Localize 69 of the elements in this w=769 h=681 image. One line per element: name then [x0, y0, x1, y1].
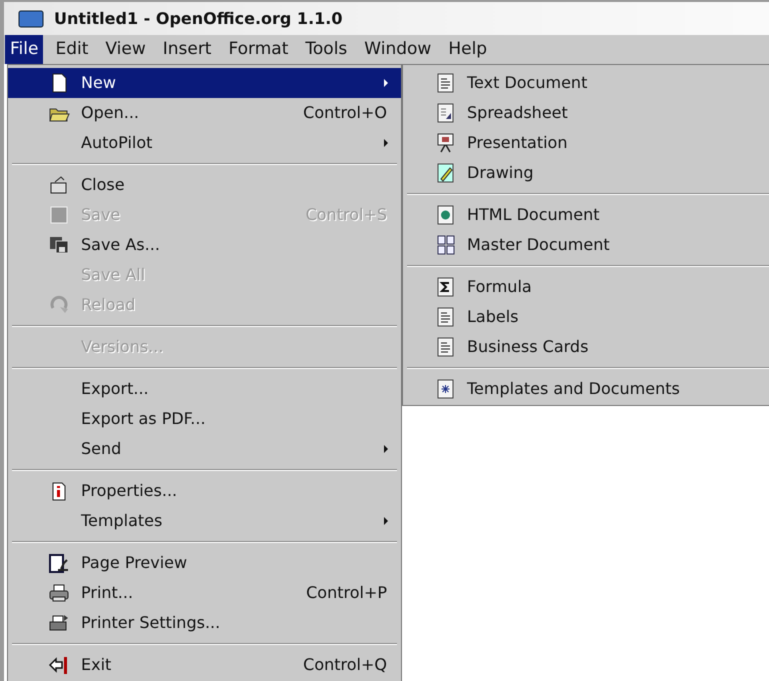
menu-item[interactable]: Open... Control+O — [8, 98, 401, 128]
menu-bar-item[interactable]: Window — [359, 35, 436, 64]
menu-bar-item[interactable]: Format — [223, 35, 294, 64]
menu-item[interactable]: AutoPilot — [8, 128, 401, 158]
menu-item[interactable]: New — [8, 68, 401, 98]
menu-item-label: Spreadsheet — [467, 102, 568, 124]
menu-item[interactable]: HTML Document — [403, 200, 769, 230]
menu-item-label: Business Cards — [467, 336, 588, 358]
menu-item[interactable]: Print... Control+P — [8, 578, 401, 608]
menu-item-label: Export as PDF... — [81, 408, 206, 430]
menu-item-label: Page Preview — [81, 552, 188, 574]
menu-item[interactable]: Spreadsheet — [403, 98, 769, 128]
menu-item[interactable]: Templates and Documents — [403, 374, 769, 404]
menu-bar-item[interactable]: Help — [443, 35, 492, 64]
menu-item[interactable]: Master Document — [403, 230, 769, 260]
master-document-icon — [435, 234, 457, 256]
menu-item-label: Send — [81, 438, 122, 460]
submenu-arrow-icon — [383, 139, 389, 147]
menu-item[interactable]: Drawing — [403, 158, 769, 188]
menu-bar-item[interactable]: Edit — [50, 35, 94, 64]
menu-bar-item[interactable]: Tools — [300, 35, 352, 64]
menu-item-label: Templates — [81, 510, 162, 532]
menu-item[interactable]: Exit Control+Q — [8, 650, 401, 680]
menu-item-label: Labels — [467, 306, 518, 328]
menu-item-label: Formula — [467, 276, 532, 298]
shortcut-label: Control+O — [303, 102, 387, 124]
menu-bar-item[interactable]: View — [100, 35, 151, 64]
shortcut-label: Control+P — [306, 582, 387, 604]
menu-bar-item[interactable]: File — [5, 35, 44, 64]
shortcut-label: Control+Q — [303, 654, 387, 676]
submenu-arrow-icon — [383, 79, 389, 87]
menu-item-label: AutoPilot — [81, 132, 152, 154]
printer-icon — [48, 582, 70, 604]
menu-item[interactable]: Templates — [8, 506, 401, 536]
menu-item[interactable]: Properties... — [8, 476, 401, 506]
exit-icon — [48, 654, 70, 676]
menu-item-label: New — [81, 72, 116, 94]
menu-item-label: Presentation — [467, 132, 568, 154]
menu-item-label: Close — [81, 174, 125, 196]
menu-item[interactable]: Printer Settings... — [8, 608, 401, 638]
menu-item-label: Print... — [81, 582, 134, 604]
page-preview-icon — [48, 552, 70, 574]
menu-item-label: Master Document — [467, 234, 610, 256]
menu-item[interactable]: Export... — [8, 374, 401, 404]
menu-item[interactable]: Text Document — [403, 68, 769, 98]
menu-item-label: Properties... — [81, 480, 178, 502]
submenu-arrow-icon — [383, 517, 389, 525]
menu-item[interactable]: Save As... — [8, 230, 401, 260]
menu-item-label: Save As... — [81, 234, 160, 256]
menu-item-label: Export... — [81, 378, 149, 400]
menu-item-label: Open... — [81, 102, 139, 124]
menu-item[interactable]: Business Cards — [403, 332, 769, 362]
menu-item[interactable]: Export as PDF... — [8, 404, 401, 434]
menu-item[interactable]: Formula — [403, 272, 769, 302]
menu-item[interactable]: Page Preview — [8, 548, 401, 578]
menu-item-label: Exit — [81, 654, 112, 676]
menu-item-label: Drawing — [467, 162, 534, 184]
menu-item[interactable]: Close — [8, 170, 401, 200]
menu-item[interactable]: Labels — [403, 302, 769, 332]
submenu-arrow-icon — [383, 445, 389, 453]
menu-bar-item[interactable]: Insert — [158, 35, 216, 64]
menu-item-label: Templates and Documents — [467, 378, 680, 400]
menu-item[interactable]: Send — [8, 434, 401, 464]
menu-item-label: HTML Document — [467, 204, 600, 226]
menu-item-label: Printer Settings... — [81, 612, 220, 634]
window-icon — [18, 10, 44, 28]
window-title: Untitled1 - OpenOffice.org 1.1.0 — [54, 8, 342, 30]
menu-item[interactable]: Presentation — [403, 128, 769, 158]
menu-item-label: Text Document — [467, 72, 588, 94]
